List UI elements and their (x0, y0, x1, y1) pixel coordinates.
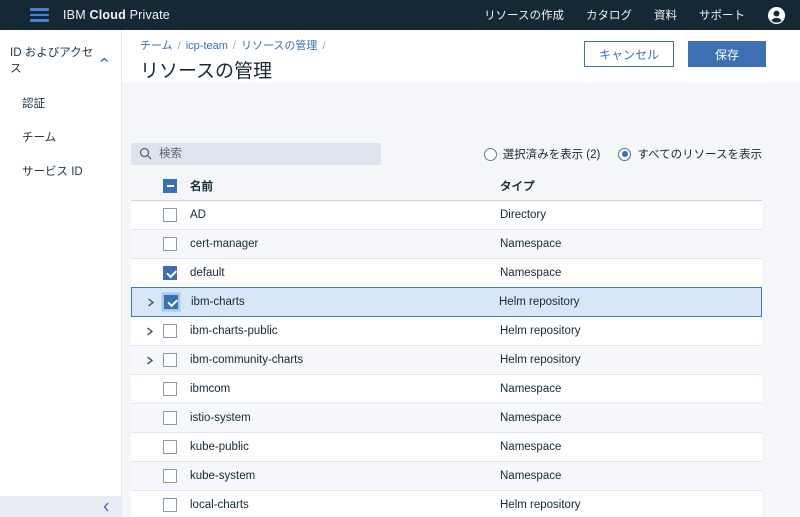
resource-name: kube-public (190, 441, 249, 453)
resource-name: ibmcom (190, 383, 231, 395)
table-row[interactable]: default Namespace (131, 259, 762, 288)
sidebar-section-id-access[interactable]: ID およびアクセス (0, 30, 121, 86)
table-row[interactable]: kube-system Namespace (131, 462, 762, 491)
resources-table: 名前 タイプ AD Directory cert-manager Namespace d… (131, 171, 762, 517)
table-header: 名前 タイプ (131, 171, 762, 201)
app-header: IBM Cloud Private リソースの作成 カタログ 資料 サポート (0, 0, 800, 30)
nav-docs[interactable]: 資料 (654, 7, 677, 23)
table-row[interactable]: istio-system Namespace (131, 404, 762, 433)
sidebar-item-auth[interactable]: 認証 (0, 86, 121, 120)
breadcrumb-teams[interactable]: チーム (140, 40, 173, 52)
column-header-name: 名前 (190, 180, 213, 193)
chevron-right-icon[interactable] (145, 355, 154, 365)
resource-type: Helm repository (500, 499, 581, 511)
resource-type: Helm repository (500, 354, 581, 366)
radio-show-selected-label: 選択済みを表示 (2) (502, 149, 601, 161)
resource-type: Namespace (500, 267, 562, 279)
breadcrumb-separator: / (322, 40, 326, 52)
breadcrumb-icp-team[interactable]: icp-team (186, 40, 228, 52)
resource-type: Helm repository (500, 325, 581, 337)
table-row[interactable]: ibmcom Namespace (131, 375, 762, 404)
chevron-up-icon (100, 57, 109, 62)
row-checkbox[interactable] (163, 411, 177, 425)
resource-type: Directory (500, 209, 547, 221)
row-checkbox[interactable] (164, 295, 178, 309)
table-body: AD Directory cert-manager Namespace default N… (131, 201, 762, 517)
sidebar-collapse-button[interactable] (0, 496, 121, 517)
table-row[interactable]: kube-public Namespace (131, 433, 762, 462)
column-header-type: タイプ (500, 180, 535, 193)
resource-name: AD (190, 209, 206, 221)
row-expand-cell (145, 355, 163, 365)
filter-radio-group: 選択済みを表示 (2) すべてのリソースを表示 (483, 146, 762, 162)
user-avatar-icon[interactable] (767, 6, 786, 25)
table-row[interactable]: ibm-charts Helm repository (131, 287, 762, 317)
resource-name: kube-system (190, 470, 256, 482)
nav-support[interactable]: サポート (699, 7, 745, 23)
breadcrumb-separator: / (177, 40, 181, 52)
search-icon (139, 147, 152, 160)
resource-name: ibm-charts-public (190, 325, 278, 337)
brand-title: IBM Cloud Private (63, 8, 170, 22)
resource-type: Namespace (500, 383, 562, 395)
resource-type: Namespace (500, 412, 562, 424)
toolbar: 選択済みを表示 (2) すべてのリソースを表示 (131, 143, 762, 165)
nav-create-resource[interactable]: リソースの作成 (484, 7, 564, 23)
select-all-checkbox[interactable] (163, 178, 177, 193)
breadcrumb-separator: / (232, 40, 236, 52)
radio-show-all[interactable]: すべてのリソースを表示 (618, 146, 762, 162)
sidebar-item-teams[interactable]: チーム (0, 120, 121, 154)
header-nav: リソースの作成 カタログ 資料 サポート (484, 6, 800, 25)
row-checkbox[interactable] (163, 382, 177, 396)
radio-show-selected[interactable]: 選択済みを表示 (2) (483, 146, 601, 162)
title-band: チーム / icp-team / リソースの管理 / リソースの管理 キャンセル 保存 (122, 30, 800, 83)
breadcrumb-manage-resources[interactable]: リソースの管理 (241, 40, 317, 52)
row-checkbox[interactable] (163, 469, 177, 483)
sidebar-section-label: ID およびアクセス (10, 47, 94, 75)
action-buttons: キャンセル 保存 (583, 41, 766, 67)
row-checkbox[interactable] (163, 440, 177, 454)
resource-name: ibm-charts (191, 296, 245, 308)
row-checkbox[interactable] (163, 353, 177, 367)
sidebar-item-service-ids[interactable]: サービス ID (0, 154, 121, 188)
row-checkbox[interactable] (163, 266, 177, 280)
table-row[interactable]: ibm-charts-public Helm repository (131, 317, 762, 346)
search-box (131, 143, 381, 165)
resource-name: default (190, 267, 225, 279)
chevron-left-icon (103, 502, 109, 511)
table-row[interactable]: cert-manager Namespace (131, 230, 762, 259)
resource-type: Namespace (500, 441, 562, 453)
main-content: チーム/icp-team/リソースの管理/ リソースの管理 キャンセル 保存 選… (122, 30, 800, 517)
search-input[interactable] (131, 143, 381, 165)
hamburger-menu-icon[interactable] (30, 5, 49, 25)
row-expand-cell (145, 326, 163, 336)
row-expand-cell (146, 297, 164, 307)
table-row[interactable]: ibm-community-charts Helm repository (131, 346, 762, 375)
row-checkbox[interactable] (163, 237, 177, 251)
row-checkbox[interactable] (163, 498, 177, 512)
save-button[interactable]: 保存 (687, 41, 766, 67)
resource-type: Namespace (500, 470, 562, 482)
radio-show-all-label: すべてのリソースを表示 (637, 149, 762, 161)
table-row[interactable]: local-charts Helm repository (131, 491, 762, 517)
resource-name: cert-manager (190, 238, 259, 250)
row-checkbox[interactable] (163, 324, 177, 338)
resource-type: Namespace (500, 238, 562, 250)
chevron-right-icon[interactable] (146, 297, 155, 307)
resource-type: Helm repository (499, 296, 580, 308)
content: 選択済みを表示 (2) すべてのリソースを表示 名前 タイプ AD Directo… (131, 143, 762, 517)
row-checkbox[interactable] (163, 208, 177, 222)
cancel-button[interactable]: キャンセル (583, 41, 674, 67)
table-row[interactable]: AD Directory (131, 201, 762, 230)
chevron-right-icon[interactable] (145, 326, 154, 336)
sidebar: ID およびアクセス 認証 チーム サービス ID (0, 30, 122, 517)
nav-catalog[interactable]: カタログ (586, 7, 632, 23)
radio-button-icon-selected[interactable] (618, 147, 632, 161)
resource-name: ibm-community-charts (190, 354, 304, 366)
resource-name: local-charts (190, 499, 249, 511)
radio-button-icon[interactable] (483, 147, 497, 161)
resource-name: istio-system (190, 412, 251, 424)
